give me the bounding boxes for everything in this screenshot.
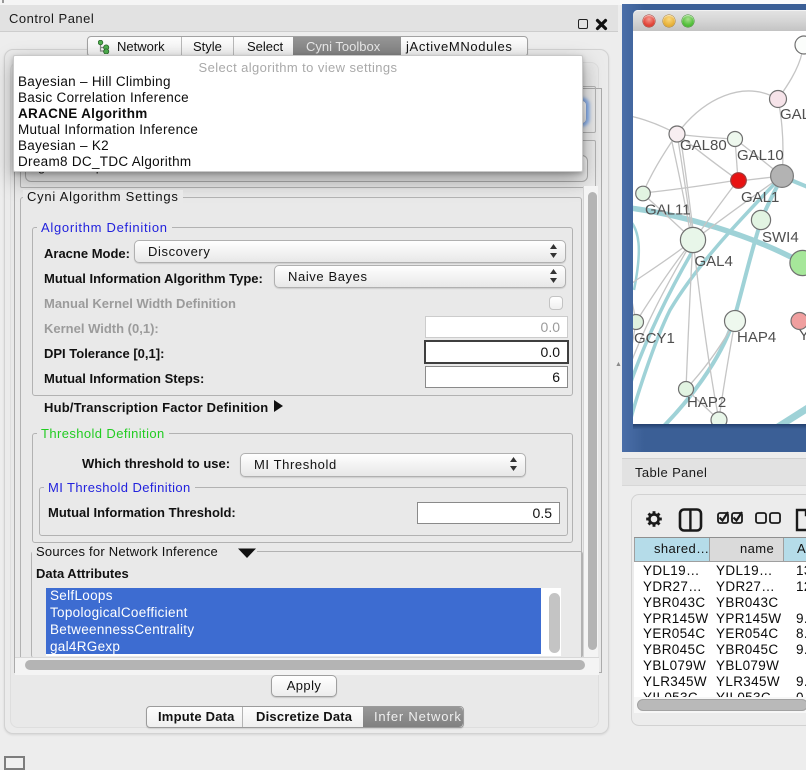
svg-text:GAL7: GAL7 bbox=[780, 106, 806, 123]
svg-text:Y: Y bbox=[799, 327, 806, 344]
svg-text:SWI4: SWI4 bbox=[762, 229, 799, 246]
svg-text:GAL4: GAL4 bbox=[695, 253, 733, 270]
svg-text:GAL80: GAL80 bbox=[680, 137, 727, 154]
svg-text:HAP2: HAP2 bbox=[687, 394, 726, 411]
svg-text:GAL10: GAL10 bbox=[737, 147, 784, 164]
svg-text:GAL11: GAL11 bbox=[645, 202, 691, 219]
svg-text:HAP4: HAP4 bbox=[737, 329, 776, 346]
svg-text:GCY1: GCY1 bbox=[634, 330, 675, 347]
svg-text:GAL1: GAL1 bbox=[741, 189, 779, 206]
